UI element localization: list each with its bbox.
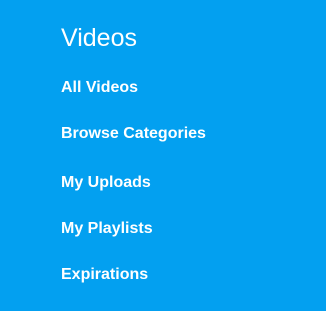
videos-menu-panel: Videos All Videos Browse Categories My U… xyxy=(0,0,326,311)
menu-item-all-videos[interactable]: All Videos xyxy=(61,78,138,98)
menu-item-expirations[interactable]: Expirations xyxy=(61,265,148,285)
videos-heading: Videos xyxy=(61,24,137,52)
menu-item-browse-categories[interactable]: Browse Categories xyxy=(61,124,206,144)
menu-item-my-uploads[interactable]: My Uploads xyxy=(61,173,151,193)
menu-item-my-playlists[interactable]: My Playlists xyxy=(61,219,153,239)
